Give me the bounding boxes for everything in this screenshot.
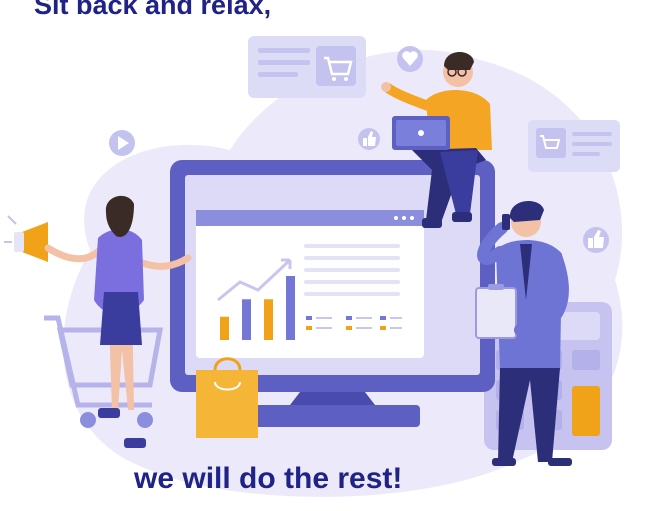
- headline-bottom: we will do the rest!: [134, 462, 403, 495]
- chart-bar: [242, 299, 251, 340]
- chart-bar: [264, 299, 273, 340]
- clipboard-icon: [475, 284, 517, 339]
- chart-bar: [286, 276, 295, 340]
- laptop-icon: [392, 116, 450, 150]
- phone-icon: [502, 214, 510, 230]
- thumbs-up-icon: [583, 227, 609, 253]
- thumbs-up-icon: [358, 128, 380, 150]
- product-card-right: [528, 120, 620, 172]
- heart-icon: [397, 46, 423, 72]
- chart-bar: [220, 316, 229, 340]
- play-icon: [109, 130, 135, 156]
- megaphone-icon: [4, 215, 48, 262]
- shopping-bag-icon: [196, 357, 258, 438]
- browser-window: [196, 210, 424, 358]
- product-card-top: [248, 36, 366, 98]
- marketing-illustration: [4, 36, 623, 497]
